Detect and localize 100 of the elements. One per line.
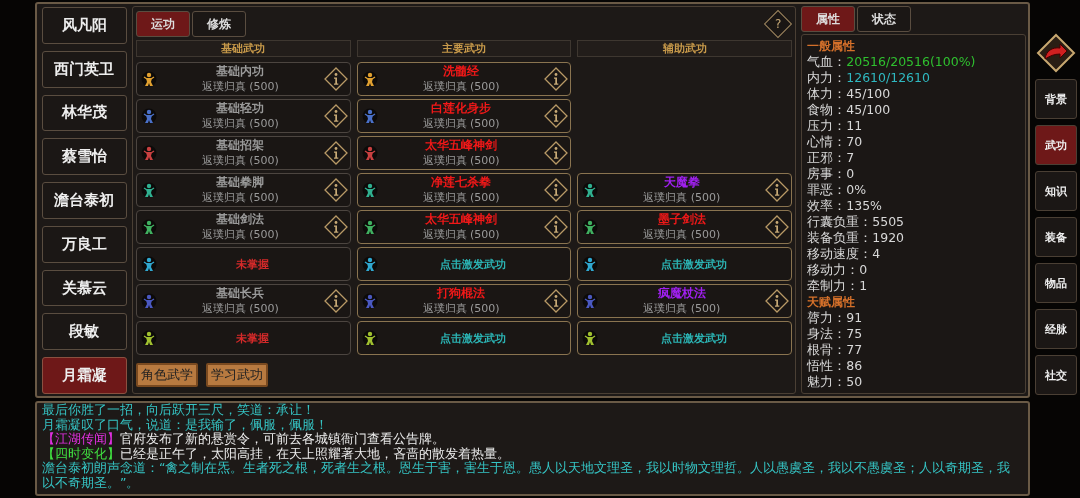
skill-slot[interactable]: 基础招架 返璞归真 (500) bbox=[135, 136, 351, 170]
info-icon[interactable] bbox=[544, 178, 569, 202]
log-message: 月霜凝叹了口气，说道：是我输了，佩服，佩服！ bbox=[42, 416, 328, 432]
attribute-value: 75 bbox=[846, 326, 863, 341]
skill-slot[interactable]: 基础剑法 返璞归真 (500) bbox=[135, 210, 351, 244]
figure-icon bbox=[140, 256, 157, 272]
character-button[interactable]: 月霜凝 bbox=[42, 357, 127, 395]
nav-button[interactable]: 知识 bbox=[1034, 171, 1077, 211]
skill-slot[interactable]: 基础拳脚 返璞归真 (500) bbox=[135, 173, 351, 207]
slot-hint: 点击激发武功 bbox=[659, 330, 728, 346]
slot-hint: 点击激发武功 bbox=[659, 256, 728, 272]
attribute-label: 房事： bbox=[807, 166, 847, 181]
info-icon[interactable] bbox=[765, 289, 790, 313]
nav-button[interactable]: 经脉 bbox=[1034, 309, 1077, 349]
attribute-label: 气血： bbox=[807, 54, 847, 69]
attribute-label: 牵制力： bbox=[807, 278, 860, 293]
character-button[interactable]: 段敏 bbox=[42, 313, 127, 351]
info-icon[interactable] bbox=[544, 67, 569, 91]
empty-slot[interactable]: 点击激发武功 bbox=[356, 247, 572, 281]
nav-button[interactable]: 社交 bbox=[1034, 355, 1077, 395]
skill-slot[interactable]: 打狗棍法 返璞归真 (500) bbox=[356, 284, 572, 318]
info-icon[interactable] bbox=[323, 215, 348, 239]
nav-button[interactable]: 物品 bbox=[1034, 263, 1077, 303]
attribute-value: 1920 bbox=[872, 230, 905, 245]
skill-level: 返璞归真 (500) bbox=[200, 153, 280, 168]
character-button[interactable]: 林华茂 bbox=[42, 94, 127, 132]
character-button[interactable]: 风凡阳 bbox=[42, 7, 127, 44]
tab[interactable]: 属性 bbox=[801, 6, 856, 32]
attribute-label: 身法： bbox=[807, 326, 847, 341]
column-header: 基础武功 bbox=[135, 40, 351, 57]
skill-name: 基础轻功 bbox=[215, 101, 266, 116]
attribute-value: 0 bbox=[859, 262, 868, 277]
character-button[interactable]: 关慕云 bbox=[42, 269, 127, 307]
skill-slot[interactable]: 净莲七杀拳 返璞归真 (500) bbox=[356, 173, 572, 207]
nav-button[interactable]: 装备 bbox=[1034, 217, 1077, 257]
character-button[interactable]: 蔡雪怡 bbox=[42, 138, 127, 176]
info-icon[interactable] bbox=[544, 215, 569, 239]
empty-slot[interactable]: 点击激发武功 bbox=[577, 321, 793, 355]
nav-button[interactable]: 武功 bbox=[1034, 125, 1077, 165]
skill-level: 返璞归真 (500) bbox=[642, 301, 722, 316]
tab[interactable]: 状态 bbox=[857, 6, 912, 32]
attribute-label: 移动速度： bbox=[807, 246, 873, 261]
skill-slot[interactable]: 太华五峰神剑 返璞归真 (500) bbox=[356, 136, 572, 170]
skill-slot[interactable]: 基础轻功 返璞归真 (500) bbox=[135, 99, 351, 133]
skill-level: 返璞归真 (500) bbox=[642, 190, 722, 205]
action-button[interactable]: 学习武功 bbox=[205, 363, 268, 387]
info-icon[interactable] bbox=[544, 141, 569, 165]
empty-slot[interactable]: 未掌握 bbox=[135, 247, 351, 281]
attribute-value: 0% bbox=[846, 182, 867, 197]
attribute-label: 食物： bbox=[807, 102, 847, 117]
character-button[interactable]: 西门英卫 bbox=[42, 50, 127, 88]
character-button[interactable]: 澹台泰初 bbox=[42, 182, 127, 219]
skill-name: 净莲七杀拳 bbox=[430, 175, 493, 190]
skill-level: 返璞归真 (500) bbox=[200, 190, 280, 205]
info-icon[interactable] bbox=[323, 67, 348, 91]
info-icon[interactable] bbox=[765, 178, 790, 202]
character-button[interactable]: 万良工 bbox=[42, 225, 127, 263]
skill-slot[interactable]: 基础内功 返璞归真 (500) bbox=[135, 62, 351, 96]
info-icon[interactable] bbox=[544, 104, 569, 128]
return-arrow-icon[interactable] bbox=[1035, 33, 1076, 73]
info-icon[interactable] bbox=[323, 289, 348, 313]
attribute-value: 5505 bbox=[872, 214, 905, 229]
skill-slot[interactable]: 白莲化身步 返璞归真 (500) bbox=[356, 99, 572, 133]
tab[interactable]: 修炼 bbox=[191, 11, 246, 37]
empty-slot[interactable]: 未掌握 bbox=[135, 321, 351, 355]
empty-slot[interactable]: 点击激发武功 bbox=[577, 247, 793, 281]
info-icon[interactable] bbox=[323, 178, 348, 202]
attribute-label: 心情： bbox=[807, 134, 847, 149]
info-icon[interactable] bbox=[323, 141, 348, 165]
log-message: 澹台泰初朗声念道：“禽之制在炁。生者死之根，死者生之根。恩生于害，害生于恩。愚人以天地文理圣，我以时物文理哲。人以愚虞圣，我以不愚虞圣；人以奇期圣，我以不奇期圣。”。 bbox=[42, 460, 1011, 490]
skill-name: 墨子剑法 bbox=[656, 212, 707, 227]
info-icon[interactable] bbox=[544, 289, 569, 313]
nav-button[interactable]: 背景 bbox=[1034, 79, 1077, 119]
skill-level: 返璞归真 (500) bbox=[200, 79, 280, 94]
log-tag: 【江湖传闻】 bbox=[42, 431, 120, 447]
action-button[interactable]: 角色武学 bbox=[135, 363, 198, 387]
empty-slot[interactable]: 点击激发武功 bbox=[356, 321, 572, 355]
skill-level: 返璞归真 (500) bbox=[421, 227, 501, 242]
skill-slot[interactable]: 太华五峰神剑 返璞归真 (500) bbox=[356, 210, 572, 244]
attribute-value: 70 bbox=[846, 134, 863, 149]
skill-level: 返璞归真 (500) bbox=[421, 301, 501, 316]
skill-slot[interactable]: 墨子剑法 返璞归真 (500) bbox=[577, 210, 793, 244]
tab[interactable]: 运功 bbox=[135, 11, 190, 37]
figure-icon bbox=[582, 330, 599, 346]
skill-slot[interactable]: 洗髓经 返璞归真 (500) bbox=[356, 62, 572, 96]
skill-name: 疯魔杖法 bbox=[656, 286, 707, 301]
log-message: 已经是正午了，太阳高挂，在天上照耀著大地，吝啬的散发着热量。 bbox=[120, 445, 510, 461]
info-icon[interactable] bbox=[765, 215, 790, 239]
skill-name: 天魔拳 bbox=[662, 175, 701, 190]
attribute-value: 45/100 bbox=[846, 102, 891, 117]
slot-hint: 点击激发武功 bbox=[439, 256, 508, 272]
skill-slot[interactable]: 基础长兵 返璞归真 (500) bbox=[135, 284, 351, 318]
attribute-value: 1 bbox=[859, 278, 868, 293]
attribute-label: 行囊负重： bbox=[807, 214, 873, 229]
attribute-value: 135% bbox=[846, 198, 882, 213]
skill-slot[interactable]: 疯魔杖法 返璞归真 (500) bbox=[577, 284, 793, 318]
attribute-value: 12610/12610 bbox=[846, 70, 930, 85]
info-icon[interactable] bbox=[323, 104, 348, 128]
skill-slot[interactable]: 天魔拳 返璞归真 (500) bbox=[577, 173, 793, 207]
attribute-label: 悟性： bbox=[807, 358, 847, 373]
